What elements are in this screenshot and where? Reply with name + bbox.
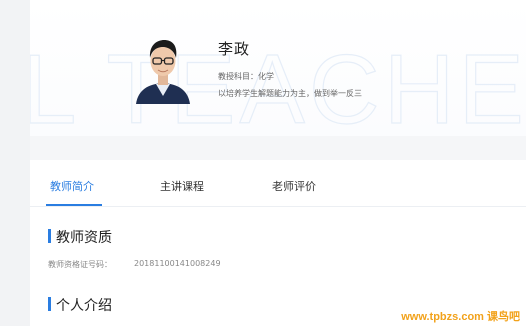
tab-reviews[interactable]: 老师评价: [272, 178, 316, 194]
qualification-heading: 教师资质: [56, 230, 112, 246]
intro-accent-bar: [48, 297, 51, 311]
tab-courses[interactable]: 主讲课程: [160, 178, 204, 194]
teacher-name: 李政: [218, 40, 251, 58]
certificate-number: 20181100141008249: [134, 259, 221, 268]
teacher-motto: 以培养学生解题能力为主，做到举一反三: [218, 89, 362, 98]
tab-teacher-intro[interactable]: 教师简介: [50, 178, 94, 194]
teacher-profile-card: L TEACHER 李政 教授科目：化学 以培养学生解题能力为主，做到举一反三 …: [30, 0, 526, 326]
teacher-subject: 教授科目：化学: [218, 72, 274, 81]
site-watermark: www.tpbzs.com 课鸟吧: [401, 311, 520, 323]
active-tab-indicator: [46, 204, 102, 206]
profile-tabs: 教师简介 主讲课程 老师评价: [30, 160, 526, 207]
teacher-watermark-graphic: L TEACHER: [30, 33, 526, 136]
profile-header: L TEACHER 李政 教授科目：化学 以培养学生解题能力为主，做到举一反三: [30, 0, 526, 136]
qualification-accent-bar: [48, 229, 51, 243]
section-divider: [30, 136, 526, 160]
certificate-label: 教师资格证号码：: [48, 260, 112, 269]
intro-heading: 个人介绍: [56, 298, 112, 314]
teacher-avatar: [136, 40, 190, 104]
teacher-watermark-text: L TEACHER: [30, 34, 526, 136]
